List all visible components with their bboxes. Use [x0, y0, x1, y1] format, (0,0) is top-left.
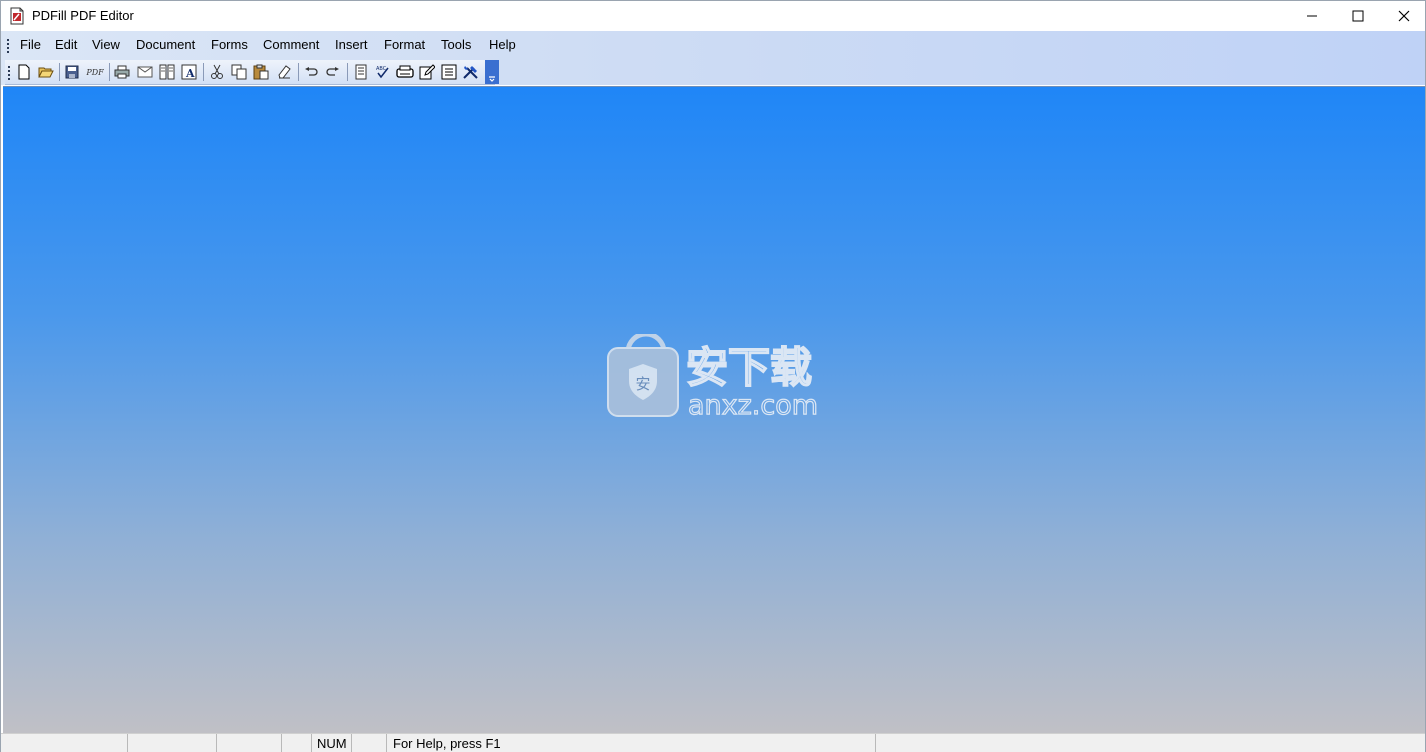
redo-icon	[326, 67, 339, 76]
menu-forms[interactable]: Forms	[209, 37, 250, 52]
spell-check-icon: ABC	[376, 66, 389, 79]
menu-help[interactable]: Help	[487, 37, 518, 52]
status-pane-num: NUM	[311, 734, 352, 752]
page-layout-button[interactable]	[158, 63, 176, 81]
status-pane	[281, 734, 312, 752]
undo-icon	[305, 67, 318, 76]
toolbar-separator	[298, 63, 299, 81]
watermark-logo: 安 安下载 anxz.com	[607, 334, 819, 418]
print-icon	[114, 65, 130, 79]
copy-button[interactable]	[230, 63, 248, 81]
open-button[interactable]	[37, 63, 55, 81]
window-title: PDFill PDF Editor	[32, 8, 134, 23]
toolbar-separator	[59, 63, 60, 81]
new-icon	[18, 64, 30, 80]
document-workspace[interactable]: 安 安下载 anxz.com	[3, 86, 1425, 733]
maximize-button[interactable]	[1335, 1, 1381, 31]
toolbar-options-button[interactable]	[485, 60, 499, 84]
tools-button[interactable]	[462, 63, 480, 81]
toolbar-separator	[347, 63, 348, 81]
menu-tools[interactable]: Tools	[439, 37, 473, 52]
status-pane-help: For Help, press F1	[386, 734, 876, 752]
status-help-text: For Help, press F1	[393, 736, 501, 751]
watermark-domain: anxz.com	[688, 390, 818, 418]
new-button[interactable]	[15, 63, 33, 81]
menu-view[interactable]: View	[90, 37, 122, 52]
save-button[interactable]	[63, 63, 81, 81]
text-format-button[interactable]: A	[180, 63, 198, 81]
menu-edit[interactable]: Edit	[53, 37, 79, 52]
maximize-icon	[1352, 10, 1364, 22]
form-list-button[interactable]	[440, 63, 458, 81]
text-format-icon: A	[181, 64, 197, 80]
menu-document[interactable]: Document	[134, 37, 197, 52]
tools-icon	[463, 66, 478, 79]
document-button[interactable]	[352, 63, 370, 81]
num-lock-indicator: NUM	[317, 736, 347, 751]
edit-icon	[419, 64, 435, 80]
watermark-badge: 安	[635, 375, 650, 393]
spell-check-button[interactable]: ABC	[374, 63, 392, 81]
open-icon	[38, 67, 54, 78]
edit-button[interactable]	[418, 63, 436, 81]
title-bar: PDFill PDF Editor	[1, 1, 1425, 31]
close-icon	[1398, 10, 1410, 22]
form-list-icon	[441, 64, 457, 80]
status-bar: NUM For Help, press F1	[1, 733, 1425, 752]
menu-comment[interactable]: Comment	[261, 37, 321, 52]
undo-button[interactable]	[302, 63, 320, 81]
cut-icon	[211, 64, 223, 79]
document-icon	[355, 64, 367, 80]
redo-button[interactable]	[324, 63, 342, 81]
toolbar-separator	[203, 63, 204, 81]
paste-icon	[253, 64, 269, 80]
command-bar-area: File Edit View Document Forms Comment In…	[1, 31, 1425, 85]
eraser-icon	[278, 65, 291, 79]
status-pane	[127, 734, 217, 752]
menu-format[interactable]: Format	[382, 37, 427, 52]
status-pane	[216, 734, 282, 752]
minimize-icon	[1307, 15, 1317, 17]
scan-button[interactable]	[396, 63, 414, 81]
menu-insert[interactable]: Insert	[333, 37, 370, 52]
cut-button[interactable]	[208, 63, 226, 81]
menu-file[interactable]: File	[18, 37, 43, 52]
pdfill-app-icon	[10, 7, 24, 25]
status-pane	[351, 734, 387, 752]
scan-icon	[396, 65, 414, 78]
minimize-button[interactable]	[1289, 1, 1335, 31]
save-pdf-button[interactable]: PDF	[85, 63, 105, 81]
status-pane	[875, 734, 1425, 752]
save-pdf-icon: PDF	[86, 67, 104, 77]
svg-text:A: A	[185, 67, 195, 80]
print-button[interactable]	[113, 63, 131, 81]
standard-toolbar: PDF A ABC	[5, 60, 499, 85]
save-icon	[65, 65, 79, 79]
watermark-title: 安下载	[686, 343, 812, 392]
page-layout-icon	[159, 64, 175, 80]
chevron-down-icon	[489, 76, 495, 82]
toolbar-grip[interactable]	[8, 64, 11, 82]
copy-icon	[231, 64, 247, 80]
email-icon	[137, 66, 153, 78]
email-button[interactable]	[136, 63, 154, 81]
paste-button[interactable]	[252, 63, 270, 81]
app-window: PDFill PDF Editor File Edit View Documen…	[0, 0, 1426, 752]
eraser-button[interactable]	[275, 63, 293, 81]
close-button[interactable]	[1381, 1, 1426, 31]
toolbar-separator	[109, 63, 110, 81]
menubar-grip[interactable]	[7, 37, 10, 55]
